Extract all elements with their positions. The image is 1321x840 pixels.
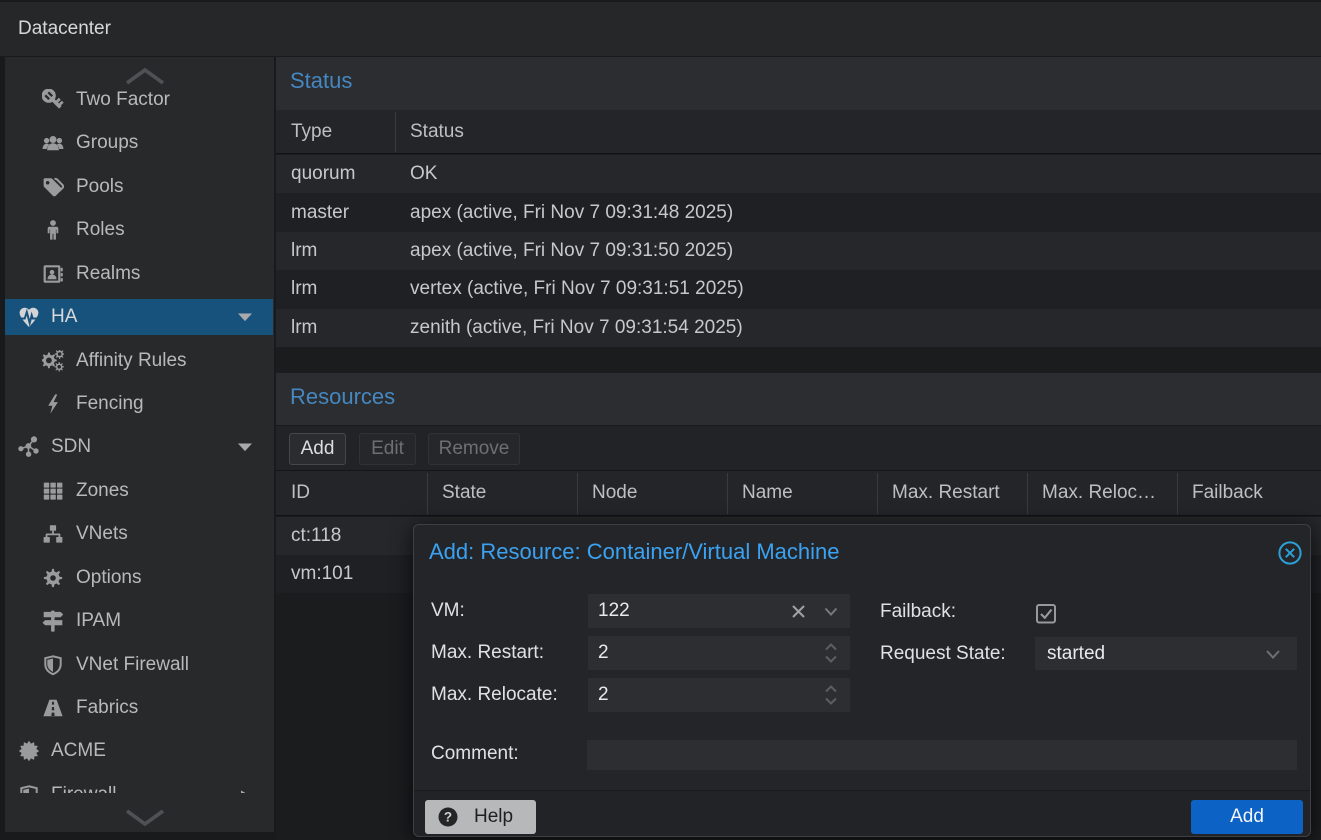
svg-text:?: ? <box>444 810 452 825</box>
